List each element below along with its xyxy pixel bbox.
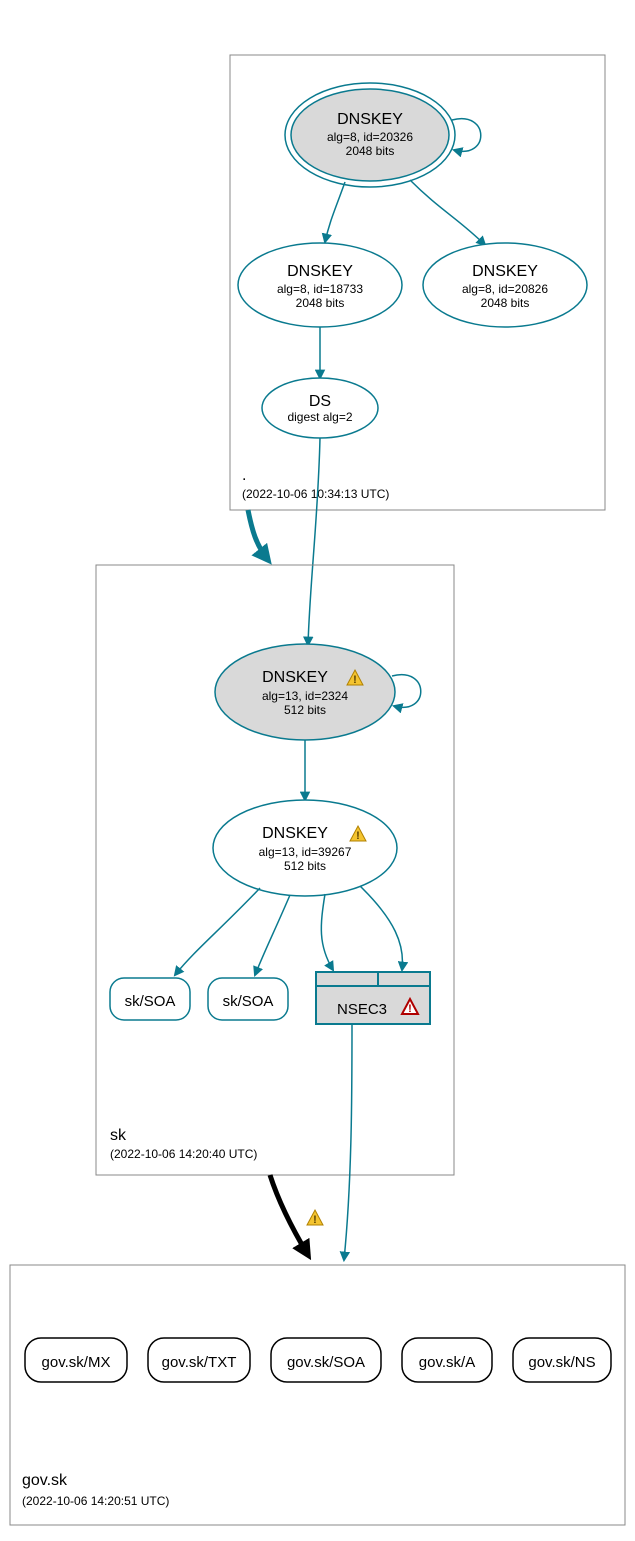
node-gov-soa-label: gov.sk/SOA (287, 1354, 365, 1371)
node-sk-ksk-title: DNSKEY (262, 669, 328, 686)
node-gov-mx: gov.sk/MX (25, 1338, 127, 1382)
node-sk-soa2-label: sk/SOA (223, 993, 274, 1010)
edge-root-ksk-self (452, 119, 481, 152)
edge-nsec3-to-govsk (344, 1024, 352, 1260)
edge-zone-sk-to-govsk (270, 1175, 308, 1255)
zone-govsk-timestamp: (2022-10-06 14:20:51 UTC) (22, 1494, 169, 1508)
node-root-ds: DS digest alg=2 (262, 378, 378, 438)
svg-text:!: ! (356, 830, 360, 842)
node-root-ksk-bits: 2048 bits (346, 144, 395, 158)
node-sk-soa1: sk/SOA (110, 978, 190, 1020)
node-sk-zsk-alg: alg=13, id=39267 (259, 845, 352, 859)
svg-text:!: ! (313, 1214, 317, 1226)
node-root-zsk2-title: DNSKEY (472, 263, 538, 280)
node-root-ds-alg: digest alg=2 (287, 410, 352, 424)
node-gov-ns: gov.sk/NS (513, 1338, 611, 1382)
node-root-ds-title: DS (309, 393, 331, 410)
zone-root-label: . (242, 467, 246, 484)
edge-sk-zsk-to-soa1 (175, 888, 260, 975)
node-gov-mx-label: gov.sk/MX (42, 1354, 111, 1371)
zone-gov-sk: gov.sk (2022-10-06 14:20:51 UTC) (10, 1265, 625, 1525)
svg-text:!: ! (353, 674, 357, 686)
node-sk-soa1-label: sk/SOA (125, 993, 176, 1010)
node-root-zsk1: DNSKEY alg=8, id=18733 2048 bits (238, 243, 402, 327)
node-gov-a-label: gov.sk/A (419, 1354, 475, 1371)
edge-sk-zsk-to-soa2 (255, 895, 290, 975)
warning-icon: ! (307, 1210, 323, 1226)
node-root-zsk1-alg: alg=8, id=18733 (277, 282, 363, 296)
node-sk-ksk-alg: alg=13, id=2324 (262, 689, 348, 703)
node-gov-soa: gov.sk/SOA (271, 1338, 381, 1382)
zone-sk-timestamp: (2022-10-06 14:20:40 UTC) (110, 1147, 257, 1161)
node-root-ksk-alg: alg=8, id=20326 (327, 130, 413, 144)
node-root-zsk1-bits: 2048 bits (296, 296, 345, 310)
node-sk-zsk-bits: 512 bits (284, 859, 326, 873)
node-sk-zsk-title: DNSKEY (262, 825, 328, 842)
edge-sk-ksk-self (392, 675, 421, 708)
node-gov-txt: gov.sk/TXT (148, 1338, 250, 1382)
node-root-ksk: DNSKEY alg=8, id=20326 2048 bits (285, 83, 455, 187)
node-sk-soa2: sk/SOA (208, 978, 288, 1020)
node-gov-ns-label: gov.sk/NS (528, 1354, 595, 1371)
node-sk-nsec3-label: NSEC3 (337, 1001, 387, 1018)
node-gov-a: gov.sk/A (402, 1338, 492, 1382)
svg-text:!: ! (408, 1003, 412, 1015)
edge-root-ksk-to-zsk1 (325, 182, 345, 242)
edge-sk-zsk-to-nsec3b (360, 886, 403, 970)
edge-zone-root-to-sk (248, 510, 268, 560)
node-root-zsk2-bits: 2048 bits (481, 296, 530, 310)
node-sk-ksk: DNSKEY alg=13, id=2324 512 bits ! (215, 644, 395, 740)
node-root-zsk2: DNSKEY alg=8, id=20826 2048 bits (423, 243, 587, 327)
node-root-ksk-title: DNSKEY (337, 111, 403, 128)
node-root-zsk2-alg: alg=8, id=20826 (462, 282, 548, 296)
edge-sk-zsk-to-nsec3a (321, 894, 333, 970)
zone-root-timestamp: (2022-10-06 10:34:13 UTC) (242, 487, 389, 501)
edge-ds-to-sk-ksk (308, 438, 320, 645)
node-root-zsk1-title: DNSKEY (287, 263, 353, 280)
node-sk-nsec3: NSEC3 ! (316, 972, 430, 1024)
node-sk-zsk: DNSKEY alg=13, id=39267 512 bits ! (213, 800, 397, 896)
zone-govsk-label: gov.sk (22, 1472, 68, 1489)
zone-sk-label: sk (110, 1127, 127, 1144)
node-gov-txt-label: gov.sk/TXT (162, 1354, 237, 1371)
edge-root-ksk-to-zsk2 (410, 180, 485, 245)
node-sk-ksk-bits: 512 bits (284, 703, 326, 717)
